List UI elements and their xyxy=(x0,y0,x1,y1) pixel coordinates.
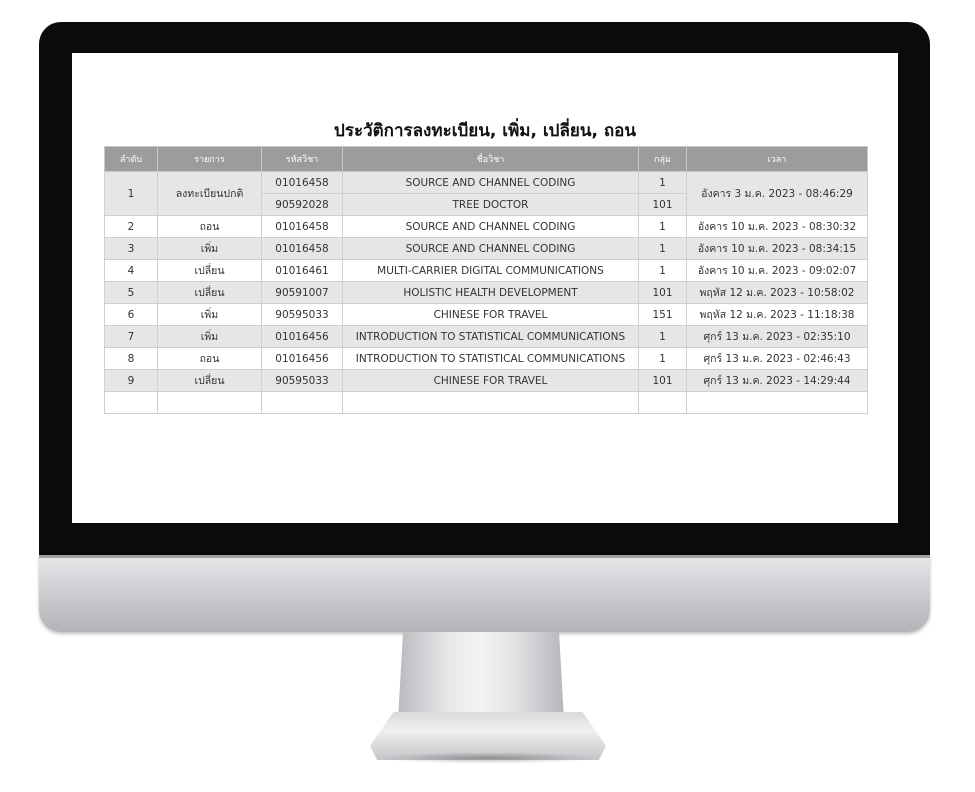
monitor-screen: ประวัติการลงทะเบียน, เพิ่ม, เปลี่ยน, ถอน… xyxy=(72,53,898,523)
column-header-action: รายการ xyxy=(157,146,262,172)
column-header-course-code: รหัสวิชา xyxy=(261,146,343,172)
cell-course-name: HOLISTIC HEALTH DEVELOPMENT xyxy=(342,281,639,304)
table-row: 3 เพิ่ม 01016458 SOURCE AND CHANNEL CODI… xyxy=(104,237,868,260)
table-row: 5 เปลี่ยน 90591007 HOLISTIC HEALTH DEVEL… xyxy=(104,281,868,304)
cell-group: 1 xyxy=(638,171,687,194)
cell-course-code: 90591007 xyxy=(261,281,343,304)
cell-group: 1 xyxy=(638,237,687,260)
cell-action: ถอน xyxy=(157,215,262,238)
cell-action: เพิ่ม xyxy=(157,303,262,326)
cell-time: ศุกร์ 13 ม.ค. 2023 - 14:29:44 xyxy=(686,369,868,392)
cell-time: อังคาร 10 ม.ค. 2023 - 09:02:07 xyxy=(686,259,868,282)
cell-group: 1 xyxy=(638,259,687,282)
cell-course-code: 01016458 xyxy=(261,215,343,238)
cell-course-name: CHINESE FOR TRAVEL xyxy=(342,303,639,326)
table-row: 8 ถอน 01016456 INTRODUCTION TO STATISTIC… xyxy=(104,347,868,370)
cell-action: เปลี่ยน xyxy=(157,259,262,282)
cell-group: 101 xyxy=(638,369,687,392)
cell-group: 1 xyxy=(638,325,687,348)
cell-time: พฤหัส 12 ม.ค. 2023 - 10:58:02 xyxy=(686,281,868,304)
column-header-course-name: ชื่อวิชา xyxy=(342,146,639,172)
table-header-row: ลำดับ รายการ รหัสวิชา ชื่อวิชา กลุ่ม เวล… xyxy=(104,146,868,172)
cell-action: ลงทะเบียนปกติ xyxy=(157,171,262,216)
cell-time: ศุกร์ 13 ม.ค. 2023 - 02:46:43 xyxy=(686,347,868,370)
cell-action: เพิ่ม xyxy=(157,325,262,348)
cell-no: 2 xyxy=(104,215,158,238)
cell-action: เปลี่ยน xyxy=(157,281,262,304)
table-row: 1 ลงทะเบียนปกติ 01016458 SOURCE AND CHAN… xyxy=(104,171,868,216)
cell-course-name: SOURCE AND CHANNEL CODING xyxy=(342,215,639,238)
cell-group: 151 xyxy=(638,303,687,326)
monitor-stand-shadow xyxy=(380,752,596,764)
cell-course-name: SOURCE AND CHANNEL CODING xyxy=(342,171,639,194)
cell-course-code: 90592028 xyxy=(261,193,343,216)
cell-course-name xyxy=(342,391,639,414)
cell-no: 5 xyxy=(104,281,158,304)
cell-group: 1 xyxy=(638,215,687,238)
column-header-no: ลำดับ xyxy=(104,146,158,172)
column-header-group: กลุ่ม xyxy=(638,146,687,172)
cell-no: 8 xyxy=(104,347,158,370)
cell-no: 9 xyxy=(104,369,158,392)
cell-group: 1 xyxy=(638,347,687,370)
table-row: 7 เพิ่ม 01016456 INTRODUCTION TO STATIST… xyxy=(104,325,868,348)
cell-course-code: 01016458 xyxy=(261,171,343,194)
cell-time: พฤหัส 12 ม.ค. 2023 - 11:18:38 xyxy=(686,303,868,326)
cell-time xyxy=(686,391,868,414)
cell-group: 101 xyxy=(638,281,687,304)
table-row: 9 เปลี่ยน 90595033 CHINESE FOR TRAVEL 10… xyxy=(104,369,868,392)
cell-course-code: 01016461 xyxy=(261,259,343,282)
table-row: 6 เพิ่ม 90595033 CHINESE FOR TRAVEL 151 … xyxy=(104,303,868,326)
cell-no: 6 xyxy=(104,303,158,326)
cell-course-code: 01016456 xyxy=(261,325,343,348)
cell-course-name: CHINESE FOR TRAVEL xyxy=(342,369,639,392)
cell-time: ศุกร์ 13 ม.ค. 2023 - 02:35:10 xyxy=(686,325,868,348)
cell-action: เปลี่ยน xyxy=(157,369,262,392)
monitor-chin-edge xyxy=(39,555,930,558)
cell-no: 4 xyxy=(104,259,158,282)
cell-course-code: 90595033 xyxy=(261,303,343,326)
cell-course-name: INTRODUCTION TO STATISTICAL COMMUNICATIO… xyxy=(342,347,639,370)
registration-history-table: ลำดับ รายการ รหัสวิชา ชื่อวิชา กลุ่ม เวล… xyxy=(104,146,868,414)
cell-group: 101 xyxy=(638,193,687,216)
page-title: ประวัติการลงทะเบียน, เพิ่ม, เปลี่ยน, ถอน xyxy=(334,121,636,141)
cell-course-name: TREE DOCTOR xyxy=(342,193,639,216)
column-header-time: เวลา xyxy=(686,146,868,172)
cell-time: อังคาร 10 ม.ค. 2023 - 08:34:15 xyxy=(686,237,868,260)
cell-course-code: 90595033 xyxy=(261,369,343,392)
cell-course-code: 01016456 xyxy=(261,347,343,370)
cell-action xyxy=(157,391,262,414)
cell-no: 1 xyxy=(104,171,158,216)
table-row xyxy=(104,391,868,414)
cell-course-name: INTRODUCTION TO STATISTICAL COMMUNICATIO… xyxy=(342,325,639,348)
table-row: 4 เปลี่ยน 01016461 MULTI-CARRIER DIGITAL… xyxy=(104,259,868,282)
cell-time: อังคาร 3 ม.ค. 2023 - 08:46:29 xyxy=(686,171,868,216)
monitor-stand-neck xyxy=(398,632,564,720)
cell-no: 7 xyxy=(104,325,158,348)
cell-no xyxy=(104,391,158,414)
cell-course-name: MULTI-CARRIER DIGITAL COMMUNICATIONS xyxy=(342,259,639,282)
monitor-chin xyxy=(39,555,930,632)
table-row: 2 ถอน 01016458 SOURCE AND CHANNEL CODING… xyxy=(104,215,868,238)
cell-group xyxy=(638,391,687,414)
cell-action: เพิ่ม xyxy=(157,237,262,260)
cell-course-code: 01016458 xyxy=(261,237,343,260)
cell-no: 3 xyxy=(104,237,158,260)
cell-time: อังคาร 10 ม.ค. 2023 - 08:30:32 xyxy=(686,215,868,238)
cell-course-name: SOURCE AND CHANNEL CODING xyxy=(342,237,639,260)
cell-action: ถอน xyxy=(157,347,262,370)
cell-course-code xyxy=(261,391,343,414)
